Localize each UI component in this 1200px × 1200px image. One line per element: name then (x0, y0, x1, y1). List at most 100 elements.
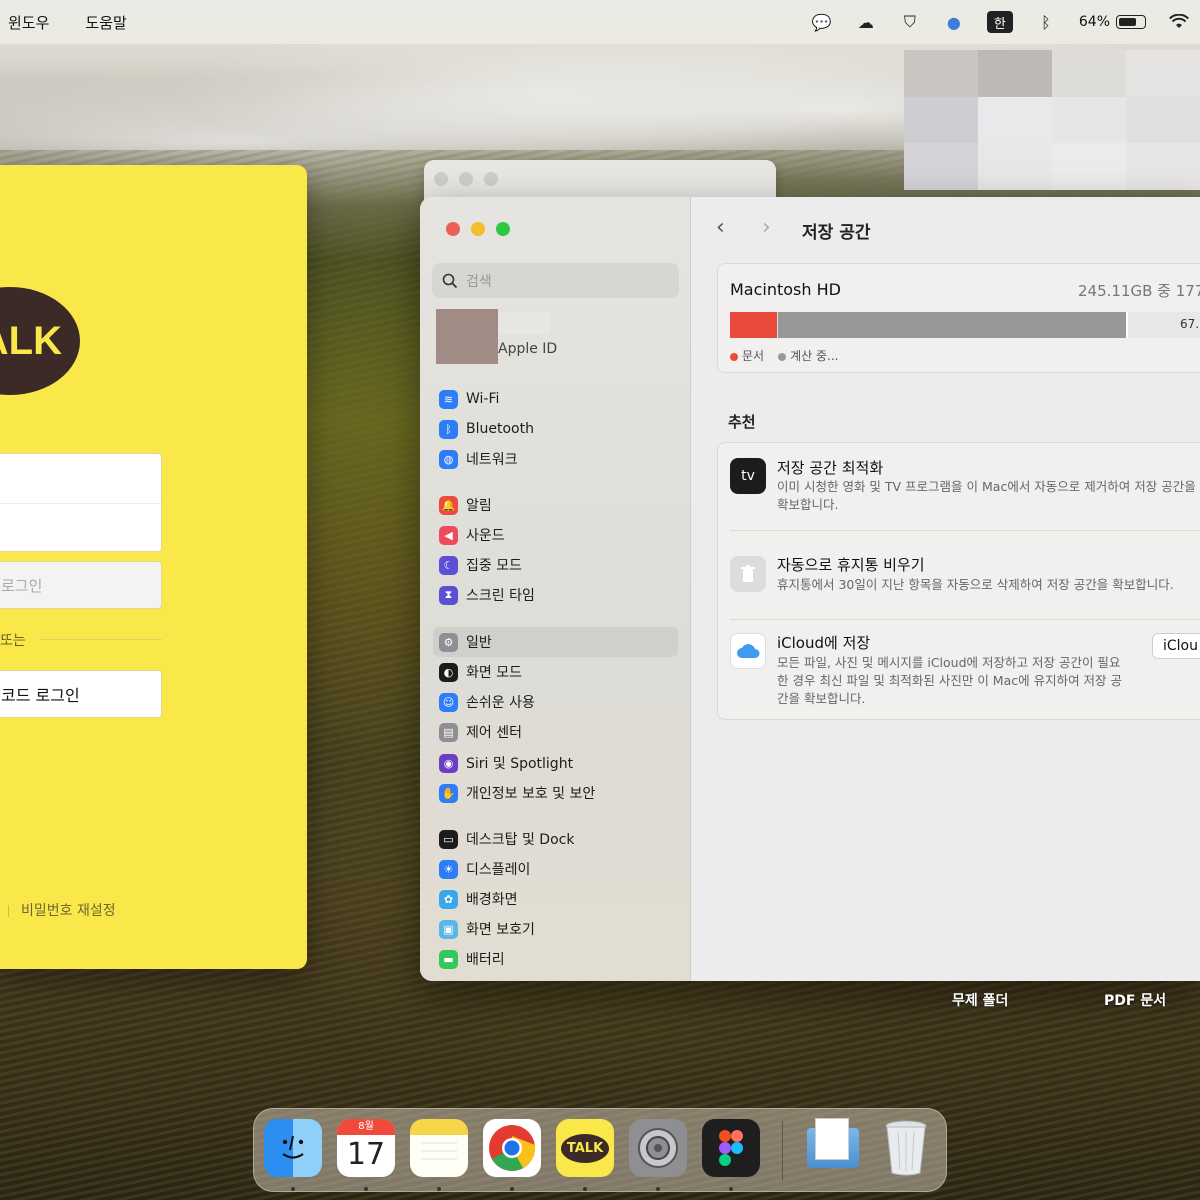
sidebar-item-label: 화면 보호기 (466, 922, 535, 938)
desktop-folder-label[interactable]: 무제 폴더 (952, 990, 1008, 1010)
sidebar-item-moon[interactable]: ☾ 집중 모드 (433, 550, 678, 580)
inactive-zoom-button[interactable] (484, 172, 498, 186)
apple-id-label[interactable]: Apple ID (498, 341, 557, 357)
disk-name: Macintosh HD (730, 280, 841, 299)
logo-text: ALK (0, 318, 62, 363)
sidebar-item-hand[interactable]: ✋ 개인정보 보호 및 보안 (433, 778, 678, 808)
recommendation-title: 저장 공간 최적화 (777, 459, 884, 477)
running-indicator (437, 1187, 441, 1191)
input-source-indicator[interactable]: 한 (986, 11, 1013, 33)
control-center-icon: ▤ (439, 722, 458, 742)
downloads-stack-icon[interactable] (804, 1118, 862, 1177)
sidebar-item-control-center[interactable]: ▤ 제어 센터 (433, 717, 678, 747)
account-id-field[interactable] (0, 453, 162, 552)
kakaotalk-logo: ALK (0, 287, 80, 395)
storage-usage-bar[interactable]: 67.7 (730, 312, 1200, 338)
free-space-segment[interactable]: 67.7 (1126, 312, 1200, 338)
documents-segment[interactable] (730, 312, 777, 338)
sidebar-item-label: Siri 및 Spotlight (466, 756, 574, 772)
or-divider-line (40, 639, 162, 640)
avatar[interactable] (436, 309, 498, 364)
figma-icon[interactable] (702, 1119, 760, 1177)
battery-percent: 64% (1078, 14, 1110, 30)
recommendation-description: 모든 파일, 사진 및 메시지를 iCloud에 저장하고 저장 공간이 필요한… (777, 655, 1123, 706)
running-indicator (364, 1187, 368, 1191)
sidebar-item-label: 스크린 타임 (466, 588, 535, 604)
finder-icon[interactable] (264, 1119, 322, 1177)
appletv-icon: tv (730, 458, 766, 494)
sidebar-item-label: 알림 (466, 498, 492, 514)
screensaver-icon: ▣ (439, 919, 458, 939)
sidebar-item-sun[interactable]: ☀ 디스플레이 (433, 854, 678, 884)
sidebar-item-screensaver[interactable]: ▣ 화면 보호기 (433, 914, 678, 944)
menu-help[interactable]: 도움말 (85, 12, 126, 33)
sidebar-item-battery[interactable]: ▬ 배터리 (433, 944, 678, 974)
sidebar-item-speaker[interactable]: ◀ 사운드 (433, 520, 678, 550)
legend-documents-label: 문서 (742, 349, 765, 363)
sidebar-item-label: 손쉬운 사용 (466, 695, 535, 711)
bell-icon: 🔔 (439, 495, 458, 515)
cloud-icon[interactable]: ☁ (855, 11, 877, 33)
wifi-icon[interactable] (1168, 11, 1190, 33)
inactive-close-button[interactable] (434, 172, 448, 186)
forward-button[interactable]: › (762, 215, 771, 240)
running-indicator (291, 1187, 295, 1191)
sun-icon: ☀ (439, 859, 458, 879)
hand-icon: ✋ (439, 783, 458, 803)
sidebar-item-bell[interactable]: 🔔 알림 (433, 490, 678, 520)
dock-icon: ▭ (439, 829, 458, 849)
sidebar-item-wifi[interactable]: ≋ Wi-Fi (433, 384, 678, 414)
kakaotalk-icon[interactable]: TALK (556, 1119, 614, 1177)
dock: 8월 17 TALK (253, 1108, 947, 1192)
minimize-button[interactable] (471, 222, 485, 236)
sidebar-item-hourglass[interactable]: ⧗ 스크린 타임 (433, 580, 678, 610)
chrome-icon[interactable] (483, 1119, 541, 1177)
desktop-pdf-label[interactable]: PDF 문서 (1104, 990, 1166, 1010)
sidebar-item-label: 화면 모드 (466, 665, 522, 681)
sidebar-item-label: 개인정보 보호 및 보안 (466, 786, 596, 802)
calculating-segment[interactable] (777, 312, 1126, 338)
zoom-button[interactable] (496, 222, 510, 236)
legend-calculating-label: 계산 중... (790, 349, 839, 363)
disk-usage-card: Macintosh HD 245.11GB 중 177. 67.7 문서 계산 … (717, 263, 1200, 373)
menu-window[interactable]: 윈도우 (8, 12, 49, 33)
notes-icon[interactable] (410, 1119, 468, 1177)
sidebar-item-gear[interactable]: ⚙ 일반 (433, 627, 678, 657)
calendar-icon[interactable]: 8월 17 (337, 1119, 395, 1177)
sidebar-item-label: 디스플레이 (466, 862, 531, 878)
appletv-icon-text: tv (741, 468, 755, 484)
inactive-minimize-button[interactable] (459, 172, 473, 186)
chat-bubble-icon[interactable]: 💬 (811, 11, 833, 33)
recommendation-description: 휴지통에서 30일이 지난 항목을 자동으로 삭제하여 저장 공간을 확보합니다… (777, 577, 1174, 592)
globe-app-icon[interactable]: ● (943, 11, 965, 33)
sidebar-item-label: 배터리 (466, 952, 505, 968)
moon-icon: ☾ (439, 555, 458, 575)
dock-separator (782, 1121, 783, 1181)
sidebar-item-label: 데스크탑 및 Dock (466, 832, 575, 848)
globe-icon: ◍ (439, 449, 458, 469)
close-button[interactable] (446, 222, 460, 236)
reset-password-link[interactable]: 비밀번호 재설정 (8, 900, 116, 920)
sidebar-item-appearance[interactable]: ◐ 화면 모드 (433, 657, 678, 687)
settings-search-input[interactable]: 검색 (432, 263, 679, 298)
sidebar-item-siri[interactable]: ◉ Siri 및 Spotlight (433, 748, 678, 778)
sidebar-item-flower[interactable]: ✿ 배경화면 (433, 884, 678, 914)
bluetooth-icon[interactable]: ᛒ (1035, 11, 1057, 33)
sidebar-item-globe[interactable]: ◍ 네트워크 (433, 444, 678, 474)
qr-code-login-button[interactable]: 코드 로그인 (0, 670, 162, 718)
sidebar-item-label: 사운드 (466, 528, 505, 544)
sidebar-item-accessibility[interactable]: ☺ 손쉬운 사용 (433, 687, 678, 717)
account-name-redacted (498, 312, 550, 334)
settings-icon[interactable] (629, 1119, 687, 1177)
back-button[interactable]: ‹ (716, 215, 725, 240)
store-in-icloud-button[interactable]: iClou (1152, 633, 1200, 659)
sidebar-item-label: 집중 모드 (466, 558, 522, 574)
shield-icon[interactable]: ⛉ (899, 11, 921, 33)
trash-icon[interactable] (877, 1119, 935, 1177)
sidebar-item-bluetooth[interactable]: ᛒ Bluetooth (433, 414, 678, 444)
link-separator (8, 905, 9, 917)
login-button[interactable]: 로그인 (0, 561, 162, 609)
sidebar-item-dock[interactable]: ▭ 데스크탑 및 Dock (433, 824, 678, 854)
appearance-icon: ◐ (439, 662, 458, 682)
battery-status[interactable]: 64% (1079, 14, 1146, 30)
